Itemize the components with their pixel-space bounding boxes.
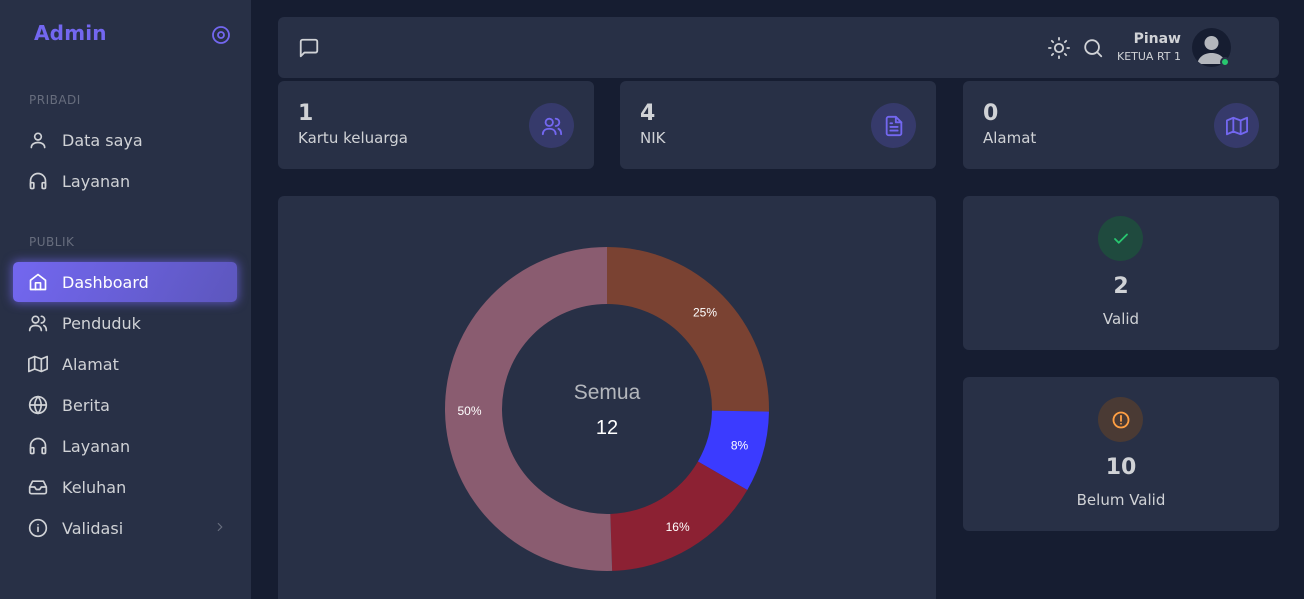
section-label-pribadi: PRIBADI xyxy=(29,93,81,107)
check-icon xyxy=(1098,216,1143,261)
sidebar-item-keluhan[interactable]: Keluhan xyxy=(13,467,237,507)
sidebar-item-dashboard[interactable]: Dashboard xyxy=(13,262,237,302)
sidebar-item-layanan-pribadi[interactable]: Layanan xyxy=(13,161,237,201)
belum-valid-count: 10 xyxy=(1105,455,1137,480)
sidebar-item-label: Dashboard xyxy=(62,272,149,292)
users-icon xyxy=(529,103,574,148)
sidebar-item-validasi[interactable]: Validasi xyxy=(13,508,237,548)
donut-slice-label: 8% xyxy=(731,439,749,453)
chart-center-label: Semua xyxy=(574,381,641,404)
inbox-icon xyxy=(28,477,48,497)
message-square-icon[interactable] xyxy=(298,37,320,59)
file-text-icon xyxy=(871,103,916,148)
sidebar: Admin PRIBADI Data saya Layanan PUBLIK D… xyxy=(0,0,251,599)
sidebar-item-alamat[interactable]: Alamat xyxy=(13,344,237,384)
belum-valid-card: 10 Belum Valid xyxy=(963,377,1279,531)
donut-slice-label: 50% xyxy=(458,404,482,418)
sidebar-item-data-saya[interactable]: Data saya xyxy=(13,120,237,160)
sidebar-item-penduduk[interactable]: Penduduk xyxy=(13,303,237,343)
sidebar-toggle-icon[interactable] xyxy=(211,25,231,45)
chevron-right-icon xyxy=(217,522,223,532)
sidebar-item-layanan-publik[interactable]: Layanan xyxy=(13,426,237,466)
stat-card-kartu-keluarga: 1 Kartu keluarga xyxy=(278,81,594,169)
stat-card-nik: 4 NIK xyxy=(620,81,936,169)
alert-circle-icon xyxy=(1098,397,1143,442)
search-icon[interactable] xyxy=(1082,37,1104,59)
stat-label: Kartu keluarga xyxy=(298,129,408,147)
user-role: KETUA RT 1 xyxy=(1116,50,1181,63)
sun-icon[interactable] xyxy=(1048,37,1070,59)
online-status-dot xyxy=(1220,57,1230,67)
headphones-icon xyxy=(28,171,48,191)
stat-value: 0 xyxy=(983,101,999,126)
users-icon xyxy=(28,313,48,333)
sidebar-item-label: Berita xyxy=(62,395,110,415)
info-icon xyxy=(28,518,48,538)
donut-slice-label: 16% xyxy=(666,520,690,534)
stat-label: Alamat xyxy=(983,129,1037,147)
section-label-publik: PUBLIK xyxy=(29,235,75,249)
headphones-icon xyxy=(28,436,48,456)
sidebar-item-berita[interactable]: Berita xyxy=(13,385,237,425)
donut-slice-label: 25% xyxy=(693,306,717,320)
stat-value: 4 xyxy=(640,101,656,126)
valid-count: 2 xyxy=(1113,274,1129,299)
sidebar-item-label: Layanan xyxy=(62,171,131,191)
map-icon xyxy=(28,354,48,374)
valid-card: 2 Valid xyxy=(963,196,1279,350)
sidebar-item-label: Layanan xyxy=(62,436,131,456)
valid-label: Valid xyxy=(1102,310,1140,328)
brand-logo[interactable]: Admin xyxy=(34,21,107,45)
sidebar-item-label: Penduduk xyxy=(62,313,141,333)
sidebar-item-label: Alamat xyxy=(62,354,119,374)
user-icon xyxy=(28,130,48,150)
donut-chart: 25% 8% 16% 50% Semua 12 xyxy=(444,247,769,571)
user-name[interactable]: Pinaw xyxy=(1134,31,1181,47)
sidebar-item-label: Keluhan xyxy=(62,477,127,497)
chart-center-value: 12 xyxy=(596,417,618,439)
topbar: Pinaw KETUA RT 1 xyxy=(278,17,1279,78)
belum-valid-label: Belum Valid xyxy=(1076,491,1166,509)
stat-value: 1 xyxy=(298,101,314,126)
stat-card-alamat: 0 Alamat xyxy=(963,81,1279,169)
sidebar-item-label: Data saya xyxy=(62,130,143,150)
stat-label: NIK xyxy=(640,129,666,147)
sidebar-item-label: Validasi xyxy=(62,518,124,538)
map-icon xyxy=(1214,103,1259,148)
globe-icon xyxy=(28,395,48,415)
donut-chart-card: 25% 8% 16% 50% Semua 12 xyxy=(278,196,936,599)
home-icon xyxy=(28,272,48,292)
